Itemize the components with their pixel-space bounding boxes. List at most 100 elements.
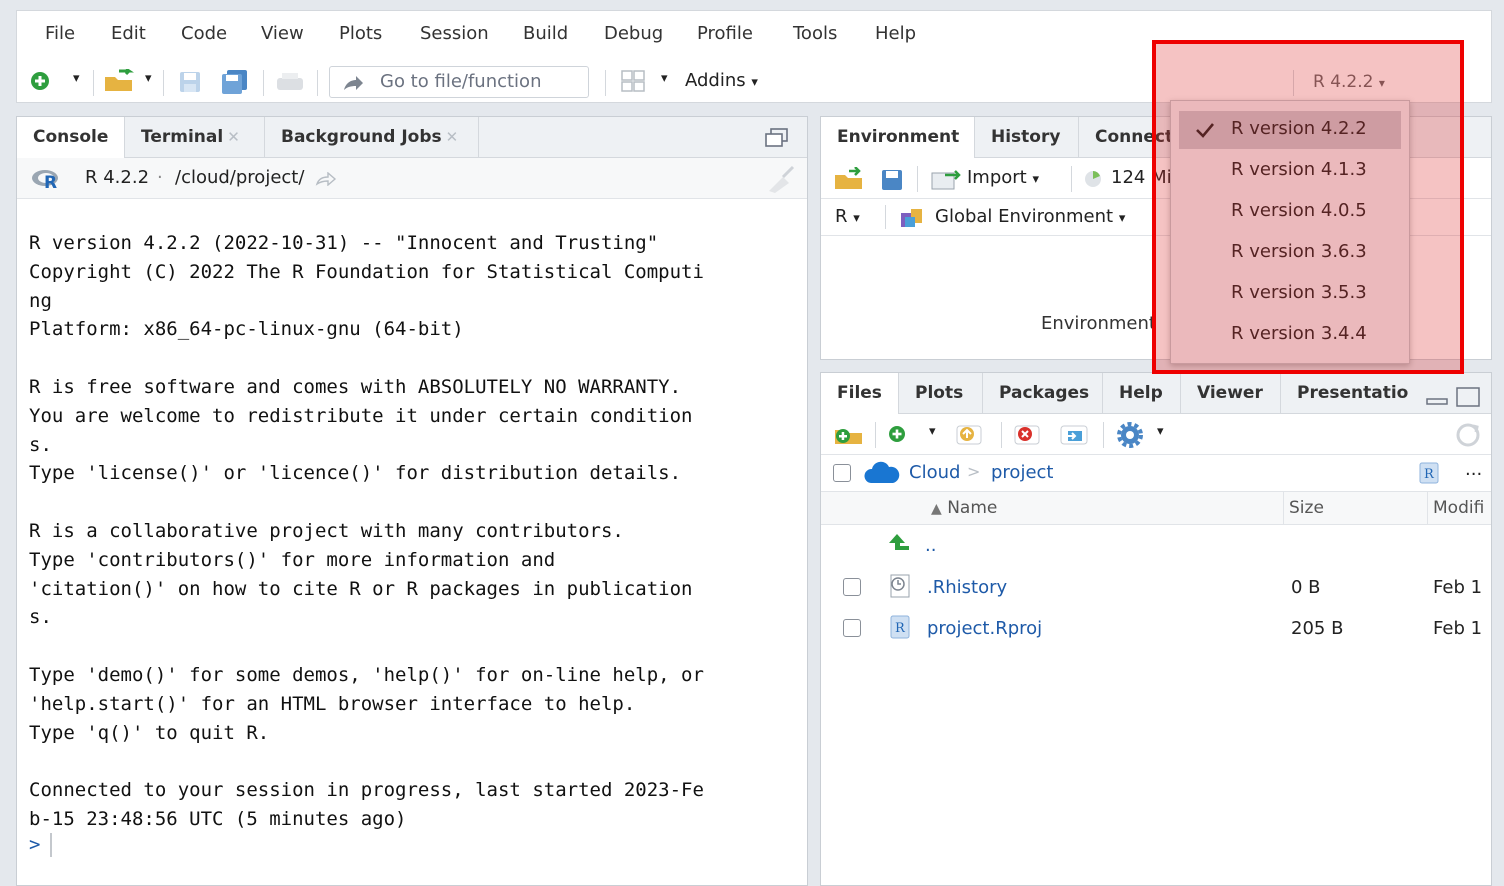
select-all-checkbox[interactable]: [833, 464, 851, 482]
save-all-icon[interactable]: [221, 69, 249, 95]
tab-terminal[interactable]: Terminal ✕: [125, 117, 265, 157]
new-file-dropdown-icon[interactable]: ▾: [73, 71, 80, 86]
menu-view[interactable]: View: [261, 23, 304, 44]
console-line: R is free software and comes with ABSOLU…: [29, 375, 682, 398]
layout-dropdown-icon[interactable]: ▾: [661, 71, 668, 86]
row-checkbox[interactable]: [843, 578, 861, 596]
breadcrumb-project[interactable]: project: [991, 462, 1053, 483]
console-r-version: R 4.2.2: [85, 167, 150, 188]
more-options-button[interactable]: ...: [1465, 459, 1482, 480]
breadcrumb-separator: >: [967, 462, 981, 481]
pane-min-max-icons[interactable]: [1425, 387, 1483, 409]
open-dropdown-icon[interactable]: ▾: [145, 71, 152, 86]
menu-plots[interactable]: Plots: [339, 23, 382, 44]
rename-icon[interactable]: [1059, 422, 1091, 446]
breadcrumb-cloud[interactable]: Cloud: [909, 462, 960, 483]
console-line: b-15 23:48:56 UTC (5 minutes ago): [29, 807, 407, 830]
tab-background-jobs[interactable]: Background Jobs ✕: [265, 117, 479, 157]
parent-directory-row[interactable]: ..: [821, 527, 1491, 565]
open-folder-icon[interactable]: [103, 69, 137, 93]
tab-history[interactable]: History: [975, 117, 1079, 157]
new-folder-icon[interactable]: [833, 422, 865, 446]
column-header-modified[interactable]: Modifi: [1433, 498, 1484, 518]
goto-file-input[interactable]: Go to file/function: [329, 66, 589, 98]
menu-build[interactable]: Build: [523, 23, 568, 44]
menu-tools[interactable]: Tools: [793, 23, 837, 44]
addins-menu[interactable]: Addins ▾: [685, 70, 758, 91]
files-breadcrumb-bar: Cloud > project R ...: [821, 455, 1491, 492]
column-header-name[interactable]: ▲ Name: [931, 498, 997, 518]
tab-environment[interactable]: Environment: [821, 117, 975, 158]
file-name[interactable]: .Rhistory: [927, 577, 1007, 598]
import-dataset-button[interactable]: Import ▾: [967, 167, 1039, 188]
console-line: Connected to your session in progress, l…: [29, 779, 704, 802]
go-to-directory-icon[interactable]: [315, 172, 337, 186]
r-logo-icon: R: [32, 170, 58, 190]
close-icon[interactable]: ✕: [227, 128, 240, 146]
console-line: Type 'demo()' for some demos, 'help()' f…: [29, 663, 704, 686]
new-blank-file-dropdown-icon[interactable]: ▾: [929, 424, 936, 439]
console-pane: Console Terminal ✕ Background Jobs ✕ R R 4…: [16, 116, 808, 886]
menu-edit[interactable]: Edit: [111, 23, 146, 44]
maximize-pane-icon[interactable]: [765, 128, 789, 148]
table-row[interactable]: R project.Rproj 205 B Feb 1: [821, 610, 1491, 648]
new-file-icon[interactable]: [29, 70, 51, 92]
menu-session[interactable]: Session: [420, 23, 489, 44]
files-table-header: ▲ Name Size Modifi: [821, 492, 1491, 525]
tab-packages[interactable]: Packages: [983, 373, 1103, 413]
tab-plots[interactable]: Plots: [899, 373, 983, 413]
pane-layout-icon[interactable]: [621, 70, 645, 92]
delete-icon[interactable]: [1013, 422, 1045, 446]
clear-console-icon[interactable]: [765, 165, 797, 193]
console-line: ng: [29, 289, 52, 312]
language-selector[interactable]: R ▾: [835, 206, 860, 227]
console-prompt-line[interactable]: >: [29, 833, 53, 861]
print-icon[interactable]: [275, 72, 305, 92]
addins-label: Addins: [685, 70, 746, 91]
table-row[interactable]: .Rhistory 0 B Feb 1: [821, 569, 1491, 607]
console-line: R version 4.2.2 (2022-10-31) -- "Innocen…: [29, 232, 659, 254]
refresh-icon[interactable]: [1455, 422, 1481, 448]
goto-arrow-icon: [344, 76, 363, 90]
cloud-icon: [864, 461, 900, 483]
menu-file[interactable]: File: [45, 23, 75, 44]
file-name[interactable]: project.Rproj: [927, 618, 1042, 639]
menu-profile[interactable]: Profile: [697, 23, 753, 44]
console-line: 'citation()' on how to cite R or R packa…: [29, 577, 693, 600]
files-pane: Files Plots Packages Help Viewer Present…: [820, 372, 1492, 886]
parent-directory-link[interactable]: ..: [925, 535, 936, 556]
svg-text:R: R: [44, 173, 57, 190]
save-icon[interactable]: [179, 71, 201, 93]
environment-scope-dropdown[interactable]: Global Environment ▾: [935, 206, 1125, 227]
console-line: s.: [29, 606, 52, 629]
menu-debug[interactable]: Debug: [604, 23, 663, 44]
tab-files[interactable]: Files: [821, 373, 899, 414]
gear-icon[interactable]: [1117, 422, 1143, 448]
environment-scope-label: Global Environment: [935, 206, 1114, 227]
row-checkbox[interactable]: [843, 619, 861, 637]
console-line: Type 'license()' or 'licence()' for dist…: [29, 462, 682, 485]
menu-code[interactable]: Code: [181, 23, 227, 44]
menu-help[interactable]: Help: [875, 23, 916, 44]
tab-help[interactable]: Help: [1103, 373, 1181, 413]
load-workspace-icon[interactable]: [833, 167, 867, 191]
new-blank-file-icon[interactable]: [887, 424, 907, 444]
tab-presentation[interactable]: Presentatio: [1281, 373, 1421, 413]
console-line: Platform: x86_64-pc-linux-gnu (64-bit): [29, 318, 464, 341]
close-icon[interactable]: ✕: [446, 128, 459, 146]
language-label: R: [835, 206, 848, 227]
go-to-project-icon[interactable]: R: [1417, 461, 1441, 485]
column-header-size[interactable]: Size: [1289, 498, 1324, 518]
file-modified: Feb 1: [1433, 577, 1483, 598]
upload-icon[interactable]: [955, 422, 987, 446]
console-output: R version 4.2.2 (2022-10-31) -- "Innocen…: [29, 229, 804, 834]
file-size: 0 B: [1291, 577, 1321, 598]
tab-console[interactable]: Console: [17, 117, 125, 158]
more-actions-dropdown-icon[interactable]: ▾: [1157, 424, 1164, 439]
save-workspace-icon[interactable]: [881, 169, 903, 191]
tab-viewer[interactable]: Viewer: [1181, 373, 1281, 413]
rproj-file-icon: R: [890, 615, 910, 639]
working-directory[interactable]: /cloud/project/: [175, 167, 304, 188]
